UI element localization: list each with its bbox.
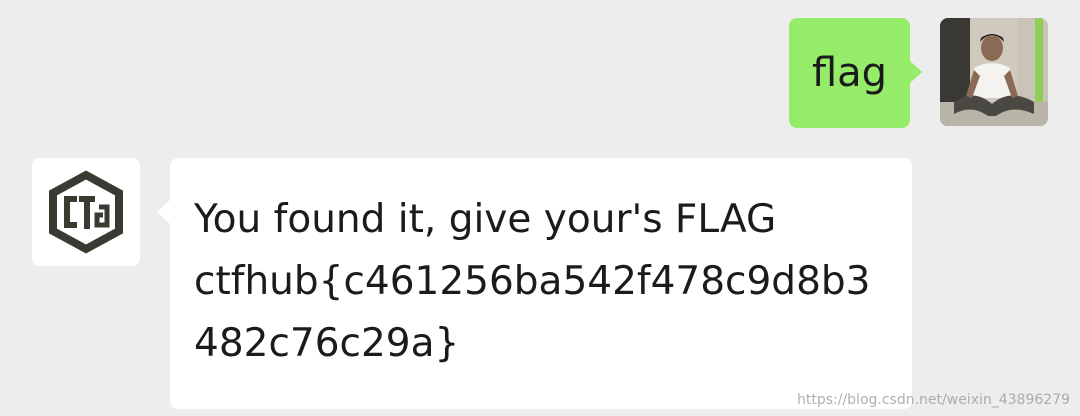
watermark: https://blog.csdn.net/weixin_43896279 (796, 392, 1070, 408)
incoming-text-line-1: You found it, give your's FLAG (194, 197, 777, 242)
outgoing-bubble[interactable]: flag (789, 18, 922, 128)
user-photo-icon (940, 18, 1048, 126)
incoming-text-line-2: ctfhub{c461256ba542f478c9d8b3 (194, 259, 871, 304)
user-avatar[interactable] (940, 18, 1048, 126)
outgoing-text: flag (811, 50, 888, 96)
bot-avatar[interactable] (32, 158, 140, 266)
incoming-text-line-3: 482c76c29a} (194, 321, 460, 366)
incoming-message: You found it, give your's FLAG ctfhub{c4… (32, 158, 912, 409)
ctfhub-logo-icon (49, 170, 123, 254)
outgoing-message: flag (789, 18, 1048, 128)
incoming-bubble[interactable]: You found it, give your's FLAG ctfhub{c4… (157, 158, 912, 409)
chat-window: flag You found it, give your's FLAG ctfh… (0, 0, 1080, 416)
